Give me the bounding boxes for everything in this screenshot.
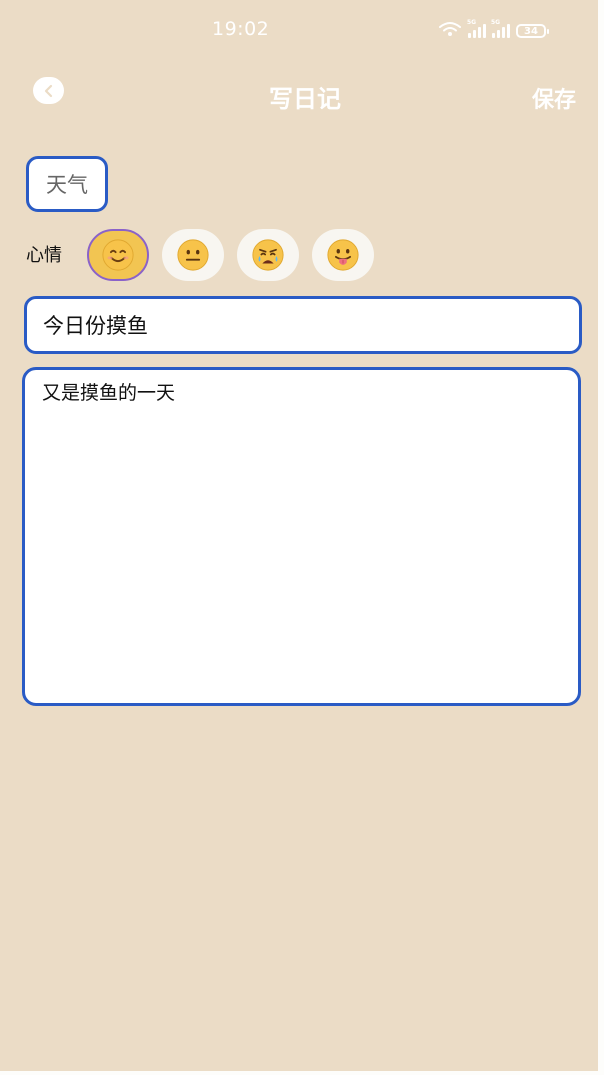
mood-option-neutral[interactable] [162, 229, 224, 281]
status-time: 19:02 [212, 18, 270, 40]
diary-title-input[interactable] [24, 296, 582, 354]
tongue-out-face-icon [327, 239, 359, 271]
page-title: 写日记 [269, 85, 341, 113]
status-bar: 19:02 5G 5G 34 [0, 0, 598, 58]
weather-button[interactable]: 天气 [26, 156, 108, 212]
sad-face-icon [252, 239, 284, 271]
status-icons: 5G 5G 34 [438, 19, 549, 41]
mood-option-sad[interactable] [237, 229, 299, 281]
diary-content-textarea[interactable]: 又是摸鱼的一天 [22, 367, 581, 706]
battery-level: 34 [524, 25, 538, 37]
screen-edge-bottom [0, 1071, 604, 1075]
save-button[interactable]: 保存 [532, 82, 576, 114]
mood-option-tongue-out[interactable] [312, 229, 374, 281]
screen-edge-right [598, 0, 604, 1075]
cellular-signal-icon: 5G [467, 19, 486, 38]
mood-option-smiling[interactable] [87, 229, 149, 281]
smiling-face-icon [102, 239, 134, 271]
back-button[interactable] [33, 77, 64, 104]
cellular-signal-icon-2: 5G [491, 19, 510, 38]
wifi-icon [438, 21, 462, 41]
chevron-left-icon [44, 84, 52, 97]
mood-label: 心情 [26, 245, 62, 266]
battery-icon: 34 [516, 24, 549, 38]
neutral-face-icon [177, 239, 209, 271]
